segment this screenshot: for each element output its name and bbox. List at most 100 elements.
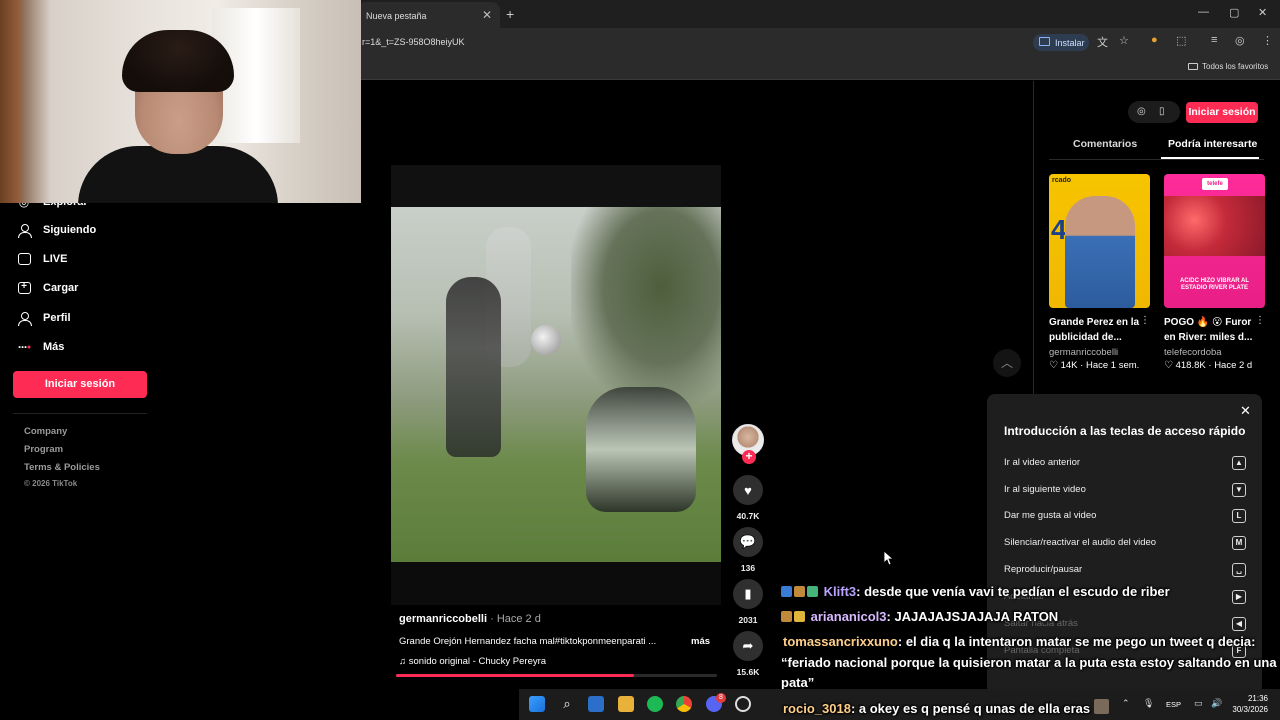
- video-ball: [531, 325, 561, 355]
- more-options-icon[interactable]: ⋮: [1255, 315, 1265, 326]
- microphone-icon[interactable]: 🎙: [1143, 698, 1154, 709]
- follow-plus-icon[interactable]: +: [742, 450, 756, 464]
- profile-icon[interactable]: ◎: [1235, 34, 1245, 47]
- like-button[interactable]: ♥: [733, 475, 763, 505]
- sidebar-item-more[interactable]: ··· ● Más: [16, 337, 65, 357]
- volume-icon[interactable]: 🔊: [1211, 698, 1222, 709]
- chrome-icon[interactable]: [676, 696, 692, 712]
- sidebar-item-label: Siguiendo: [43, 224, 97, 236]
- tv-icon: [16, 252, 32, 266]
- chevron-up-icon: ︿: [1000, 356, 1013, 370]
- thumbnail-person: [1065, 196, 1135, 308]
- tab-divider: [1049, 159, 1264, 160]
- chat-badge-icon: [794, 611, 805, 622]
- share-button[interactable]: ➦: [733, 631, 763, 661]
- network-icon[interactable]: ▭: [1194, 698, 1203, 709]
- translate-icon[interactable]: 文: [1097, 34, 1108, 50]
- language-indicator[interactable]: ESP: [1166, 700, 1181, 709]
- footer-link-program[interactable]: Program: [24, 444, 63, 455]
- copyright: © 2026 TikTok: [24, 479, 78, 488]
- suggested-age: Hace 1 sem.: [1085, 360, 1140, 371]
- sidebar-item-following[interactable]: Siguiendo: [16, 220, 96, 240]
- tab-close-icon[interactable]: ✕: [482, 8, 492, 22]
- more-options-icon[interactable]: ⋮: [1140, 315, 1150, 326]
- comment-count: 136: [740, 563, 756, 573]
- sidebar-item-live[interactable]: LIVE: [16, 249, 67, 269]
- minimize-icon[interactable]: —: [1198, 6, 1209, 18]
- suggested-video-thumbnail[interactable]: telefe AC/DC HIZO VIBRAR AL ESTADIO RIVE…: [1164, 174, 1265, 308]
- suggested-likes: 418.8K: [1175, 360, 1206, 371]
- tab-suggested[interactable]: Podría interesarte: [1168, 138, 1257, 150]
- mouse-cursor-icon: [883, 550, 895, 571]
- close-icon[interactable]: ✕: [1240, 403, 1251, 419]
- more-link[interactable]: más: [691, 636, 710, 647]
- spotify-icon[interactable]: [647, 696, 663, 712]
- suggested-video-thumbnail[interactable]: rcado 4: [1049, 174, 1150, 308]
- sidebar-item-label: Más: [43, 341, 65, 353]
- media-icon[interactable]: ≡: [1211, 34, 1217, 46]
- webcam-door: [0, 0, 22, 203]
- sidebar-item-upload[interactable]: + Cargar: [16, 278, 78, 298]
- app-icon[interactable]: [735, 696, 751, 712]
- bookmark-icon: ▮: [744, 586, 752, 601]
- chat-text: : a okey es q pensé q unas de ella eras: [850, 701, 1091, 716]
- taskbar-clock[interactable]: 21:36 30/3/2026: [1228, 693, 1268, 715]
- video-player-standing: [446, 277, 501, 457]
- thumbnail-crowd: [1164, 196, 1265, 256]
- sidebar-item-label: LIVE: [43, 253, 68, 265]
- store-icon[interactable]: [588, 696, 604, 712]
- scroll-up-button[interactable]: ︿: [993, 349, 1021, 377]
- menu-dots-icon[interactable]: ⋮: [1262, 34, 1273, 47]
- comment-button[interactable]: 💬: [733, 527, 763, 557]
- video-player[interactable]: [391, 165, 721, 605]
- install-app-button[interactable]: Instalar: [1033, 34, 1089, 51]
- shortcut-label: Ir al siguiente video: [1004, 484, 1086, 495]
- suggested-user[interactable]: telefecordoba: [1164, 347, 1222, 358]
- video-progress-fill: [396, 674, 634, 677]
- bookmark-star-icon[interactable]: ☆: [1119, 34, 1129, 47]
- tab-comments[interactable]: Comentarios: [1073, 138, 1137, 150]
- author-name[interactable]: germanriccobelli: [399, 613, 487, 625]
- login-button-top[interactable]: Iniciar sesión: [1186, 102, 1258, 123]
- plus-square-icon: +: [16, 281, 32, 295]
- share-count: 15.6K: [736, 667, 760, 677]
- favorites-label: Todos los favoritos: [1202, 62, 1269, 71]
- phone-icon[interactable]: ▯: [1159, 106, 1165, 117]
- clock-date: 30/3/2026: [1232, 705, 1268, 714]
- key-space-icon: ␣: [1232, 563, 1246, 577]
- sidebar-item-label: Cargar: [43, 282, 79, 294]
- file-explorer-icon[interactable]: [618, 696, 634, 712]
- footer-link-company[interactable]: Company: [24, 426, 67, 437]
- browser-tab[interactable]: Nueva pestaña ✕: [358, 2, 500, 28]
- suggested-title[interactable]: POGO 🔥 😮 Furor en River: miles d...: [1164, 315, 1256, 345]
- footer-link-terms[interactable]: Terms & Policies: [24, 462, 100, 473]
- all-favorites[interactable]: Todos los favoritos: [1188, 62, 1268, 71]
- extensions-icon[interactable]: ⬚: [1176, 34, 1186, 47]
- chat-badge-icon: [794, 586, 805, 597]
- tray-chevron-icon[interactable]: ⌃: [1122, 698, 1130, 709]
- video-player-sitting: [586, 387, 696, 512]
- chat-badge-icon: [781, 586, 792, 597]
- suggested-user[interactable]: germanriccobelli: [1049, 347, 1118, 358]
- sidebar-item-profile[interactable]: Perfil: [16, 308, 71, 328]
- chat-text: : desde que venía vavi te pedían el escu…: [856, 584, 1170, 599]
- key-right-icon: ▶: [1232, 590, 1246, 604]
- suggested-title[interactable]: Grande Perez en la publicidad de...: [1049, 315, 1141, 345]
- video-author[interactable]: germanriccobelli · Hace 2 d: [399, 613, 541, 625]
- new-tab-button[interactable]: +: [506, 6, 514, 22]
- address-bar[interactable]: r=1&_t=ZS-958O8heiyUK: [362, 37, 465, 47]
- search-icon[interactable]: ⌕: [559, 696, 575, 712]
- windows-start-icon[interactable]: [529, 696, 545, 712]
- video-sound[interactable]: ♫ sonido original - Chucky Pereyra: [399, 656, 546, 667]
- video-progress-bar[interactable]: [396, 674, 717, 677]
- extension-color-icon[interactable]: ●: [1151, 34, 1158, 46]
- chat-text: : JAJAJAJSJAJAJA RATON: [886, 609, 1059, 624]
- login-button-sidebar[interactable]: Iniciar sesión: [13, 371, 147, 398]
- chat-username: Klift3: [823, 584, 857, 599]
- suggested-stats: ♡ 14K · Hace 1 sem.: [1049, 360, 1140, 371]
- clock-time: 21:36: [1247, 694, 1268, 703]
- save-button[interactable]: ▮: [733, 579, 763, 609]
- coin-icon[interactable]: ◎: [1137, 106, 1146, 117]
- maximize-icon[interactable]: ▢: [1229, 6, 1239, 19]
- close-window-icon[interactable]: ✕: [1258, 6, 1267, 19]
